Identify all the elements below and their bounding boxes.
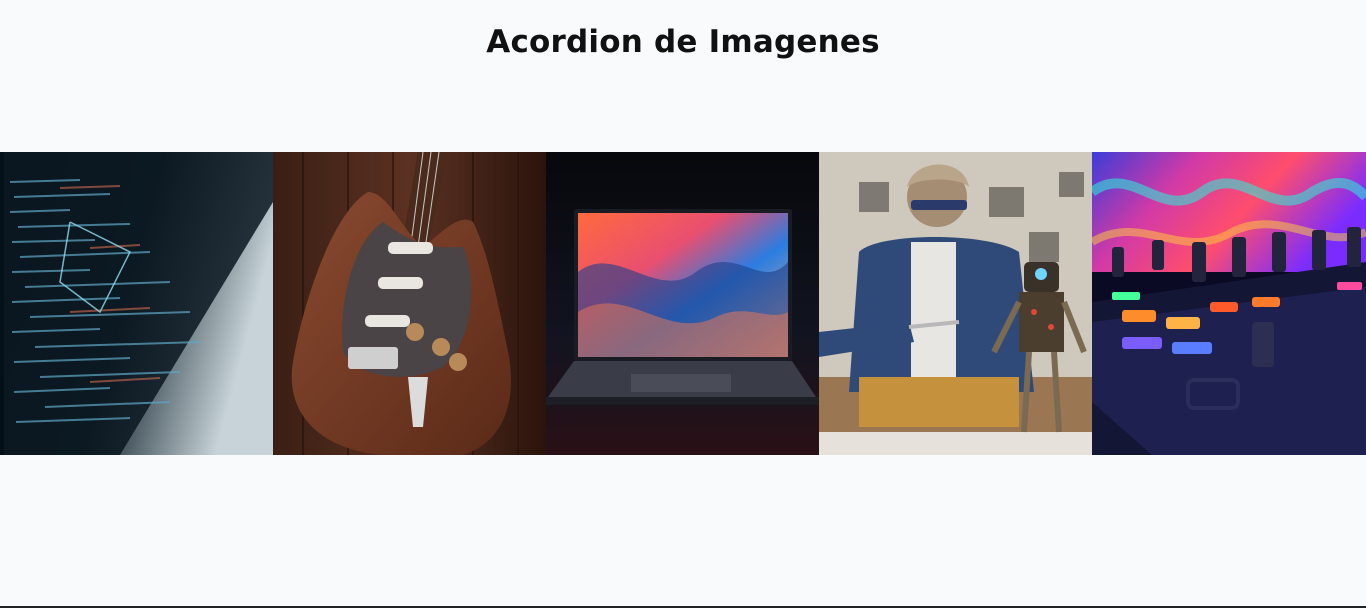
page-title: Acordion de Imagenes [486,24,880,60]
code-screen-image [0,152,273,455]
accordion-panel-guitar[interactable] [273,152,546,455]
image-accordion [0,152,1366,455]
dj-mixer-image [1092,152,1366,455]
accordion-panel-robot[interactable] [819,152,1092,455]
accordion-panel-dj-mixer[interactable] [1092,152,1366,455]
robot-builder-image [819,152,1092,455]
page: Acordion de Imagenes [0,0,1366,608]
laptop-image [546,152,819,455]
accordion-panel-code[interactable] [0,152,273,455]
electric-guitar-image [273,152,546,455]
accordion-panel-laptop[interactable] [546,152,819,455]
